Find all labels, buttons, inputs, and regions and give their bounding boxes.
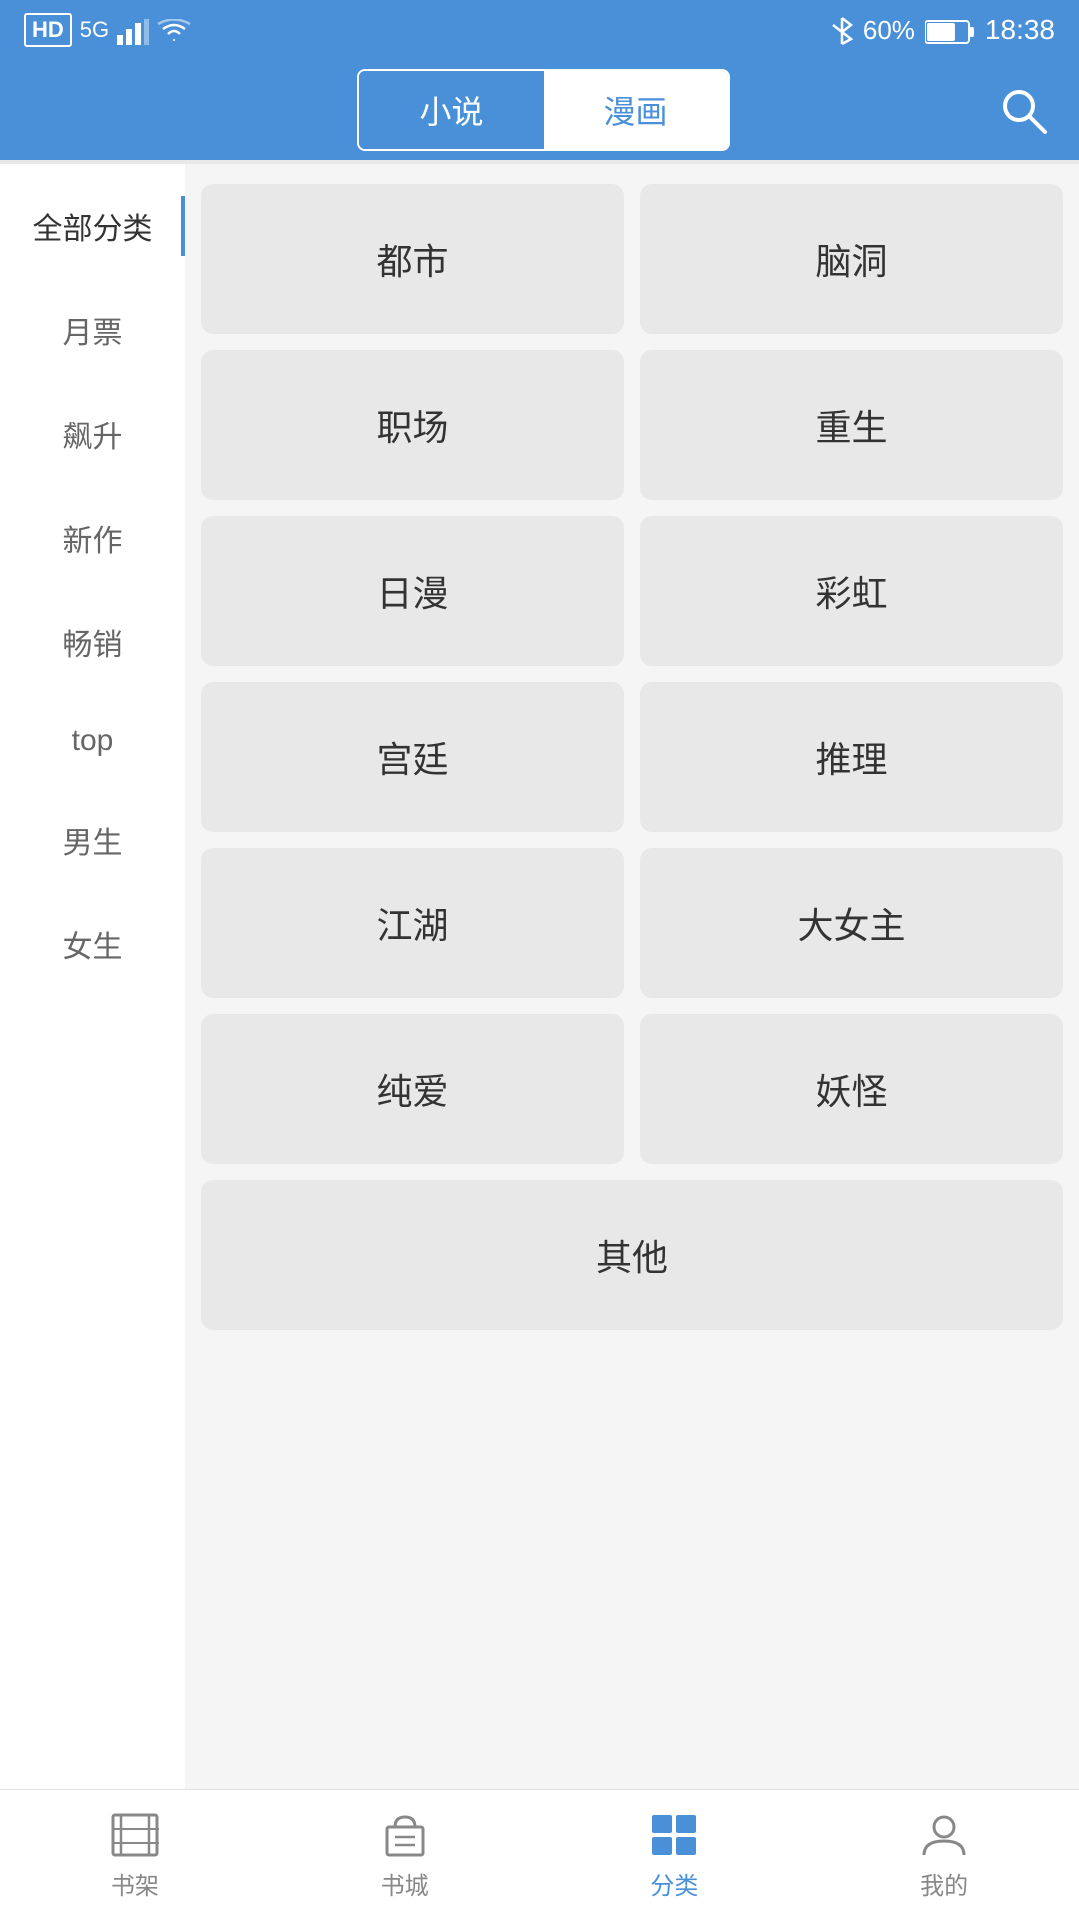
mine-icon: [920, 1808, 968, 1858]
status-bar: HD 5G 60%: [0, 0, 1079, 60]
category-naodong[interactable]: 脑洞: [640, 184, 1063, 334]
sidebar-item-male[interactable]: 男生: [0, 788, 185, 892]
signal-5g: 5G: [80, 17, 109, 43]
time-display: 18:38: [985, 14, 1055, 46]
battery-percent: 60%: [863, 15, 915, 46]
sidebar-item-rising[interactable]: 飙升: [0, 382, 185, 486]
battery-icon: [925, 15, 975, 46]
signal-bars-icon: [117, 15, 149, 46]
category-gongting[interactable]: 宫廷: [201, 682, 624, 832]
status-left: HD 5G: [24, 13, 191, 47]
nav-mine[interactable]: 我的: [890, 1798, 998, 1911]
category-grid: 都市 脑洞 职场 重生 日漫 彩虹 宫廷 推理 江湖 大女主 纯爱 妖怪 其他: [185, 164, 1079, 1789]
sidebar: 全部分类 月票 飙升 新作 畅销 top 男生 女生: [0, 164, 185, 1789]
nav-bookstore[interactable]: 书城: [351, 1798, 459, 1911]
category-jianghu[interactable]: 江湖: [201, 848, 624, 998]
search-button[interactable]: [997, 84, 1049, 136]
category-riman[interactable]: 日漫: [201, 516, 624, 666]
sidebar-item-bestseller[interactable]: 畅销: [0, 590, 185, 694]
status-right: 60% 18:38: [831, 14, 1055, 46]
bluetooth-icon: [831, 14, 853, 46]
hd-badge: HD: [24, 13, 72, 47]
sidebar-item-all[interactable]: 全部分类: [0, 174, 185, 278]
nav-bookstore-label: 书城: [381, 1866, 429, 1901]
bookstore-icon: [381, 1808, 429, 1858]
sidebar-item-top[interactable]: top: [0, 694, 185, 788]
nav-bookshelf-label: 书架: [111, 1866, 159, 1901]
category-chongsheng[interactable]: 重生: [640, 350, 1063, 500]
main-content: 全部分类 月票 飙升 新作 畅销 top 男生 女生 都市 脑洞 职场 重生 日…: [0, 164, 1079, 1789]
tab-group[interactable]: 小说 漫画: [357, 69, 729, 151]
category-yaogui[interactable]: 妖怪: [640, 1014, 1063, 1164]
nav-category[interactable]: 分类: [620, 1798, 728, 1911]
category-icon: [650, 1808, 698, 1858]
category-danvzhu[interactable]: 大女主: [640, 848, 1063, 998]
tab-novel[interactable]: 小说: [359, 71, 543, 149]
sidebar-item-monthly[interactable]: 月票: [0, 278, 185, 382]
category-chunai[interactable]: 纯爱: [201, 1014, 624, 1164]
nav-category-label: 分类: [650, 1866, 698, 1901]
category-dushi[interactable]: 都市: [201, 184, 624, 334]
category-tuili[interactable]: 推理: [640, 682, 1063, 832]
sidebar-item-new[interactable]: 新作: [0, 486, 185, 590]
bottom-nav: 书架 书城 分类: [0, 1789, 1079, 1919]
category-qita[interactable]: 其他: [201, 1180, 1063, 1330]
category-zhichang[interactable]: 职场: [201, 350, 624, 500]
tab-manga[interactable]: 漫画: [544, 71, 728, 149]
nav-mine-label: 我的: [920, 1866, 968, 1901]
sidebar-item-female[interactable]: 女生: [0, 892, 185, 996]
nav-bar: 小说 漫画: [0, 60, 1079, 160]
wifi-icon: [157, 15, 191, 46]
category-caihong[interactable]: 彩虹: [640, 516, 1063, 666]
nav-bookshelf[interactable]: 书架: [81, 1798, 189, 1911]
bookshelf-icon: [111, 1808, 159, 1858]
